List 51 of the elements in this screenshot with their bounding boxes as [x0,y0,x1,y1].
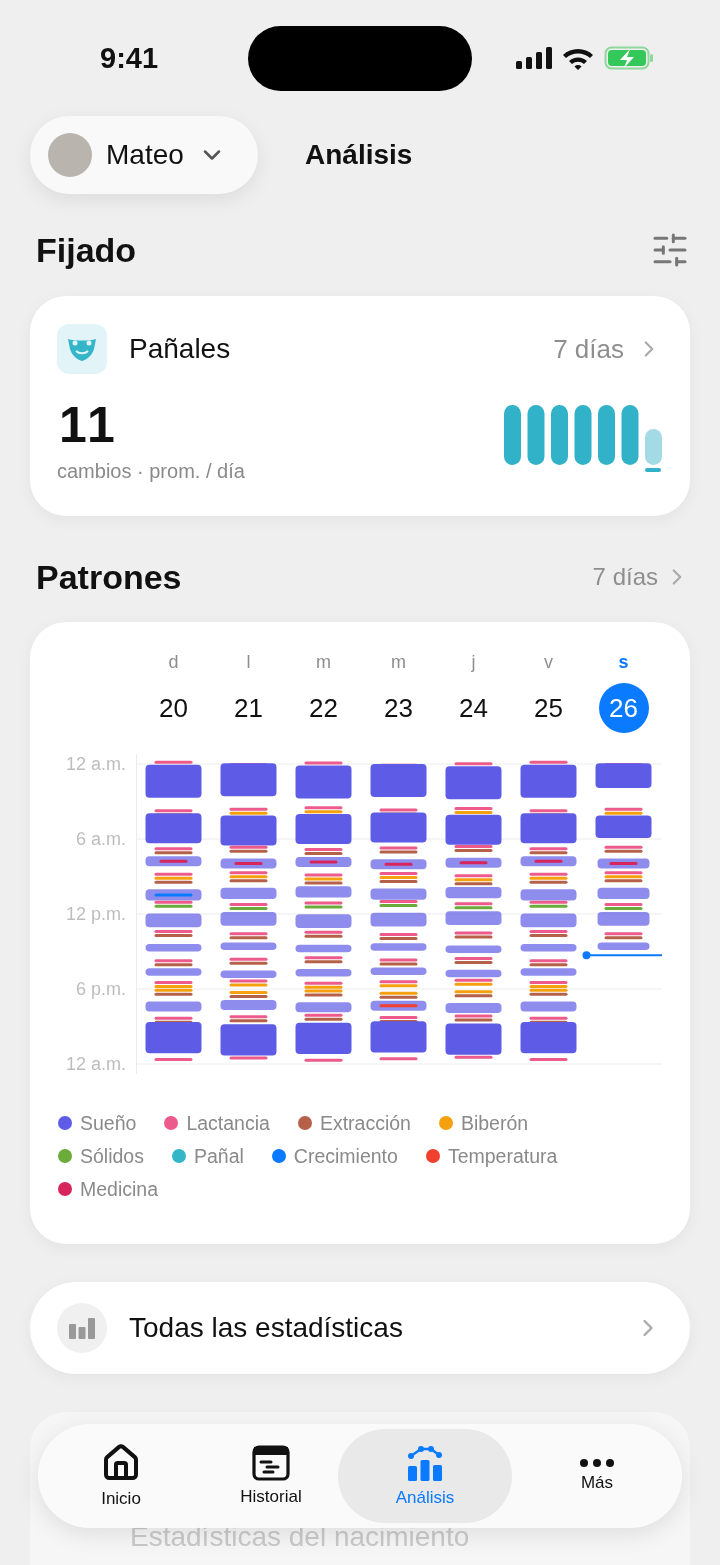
signal-icon [516,47,552,69]
legend-label: Pañal [193,1144,244,1168]
weekday-label: m [391,652,406,674]
bar-chart-icon [407,1444,443,1482]
home-icon [101,1443,141,1483]
time-axis-label: 12 p.m. [65,903,126,925]
legend-label: Biberón [460,1111,529,1135]
time-axis-label: 12 a.m. [65,753,126,775]
time-axis-label: 6 p.m. [75,978,126,1000]
day-number[interactable]: 20 [148,683,199,733]
weekday-label: j [471,652,476,674]
status-time: 9:41 [100,41,160,75]
value-caption: cambios · prom. / día [57,460,245,483]
child-selector-button[interactable]: Mateo [30,116,258,194]
time-axis-label: 12 a.m. [65,1053,126,1075]
weekday-label: v [544,652,553,674]
all-statistics-link[interactable]: Todas las estadísticas [30,1282,690,1374]
weekday-label: l [246,652,251,674]
weekday-label: s [618,652,629,674]
day-number[interactable]: 22 [298,683,349,733]
weekday-label: d [168,652,179,674]
range-label: 7 días [553,333,624,365]
day-number[interactable]: 25 [523,683,574,733]
legend-label: Medicina [80,1177,159,1201]
section-title: Patrones [36,557,182,597]
wifi-icon [562,46,594,70]
diapers-card[interactable]: Pañales 7 días 11 cambios · prom. / día [30,296,690,516]
legend-label: Sólidos [80,1144,144,1168]
page-title: Análisis [305,139,413,171]
avatar-photo-placeholder [48,133,92,177]
legend-label: Temperatura [447,1144,558,1168]
time-axis-label: 6 a.m. [75,828,126,850]
legend-label: Crecimiento [293,1144,398,1168]
legend-label: Lactancia [186,1111,270,1135]
day-number[interactable]: 24 [448,683,499,733]
card-title: Pañales [129,333,232,365]
tab-button[interactable]: Más [512,1429,682,1523]
day-number[interactable]: 26 [598,683,649,733]
day-number[interactable]: 21 [223,683,274,733]
battery-charging-icon [604,46,654,70]
tab-button[interactable]: Inicio [38,1429,204,1523]
more-icon [580,1459,614,1467]
legend-label: Extracción [319,1111,411,1135]
day-number[interactable]: 23 [373,683,424,733]
weekday-label: m [316,652,331,674]
tab-button[interactable]: Historial [204,1429,338,1523]
section-title: Fijado [36,230,137,270]
bar-chart-icon [57,1303,107,1353]
average-value: 11 [59,396,119,454]
timeline-icon [252,1445,290,1481]
legend-label: Sueño [80,1111,137,1135]
